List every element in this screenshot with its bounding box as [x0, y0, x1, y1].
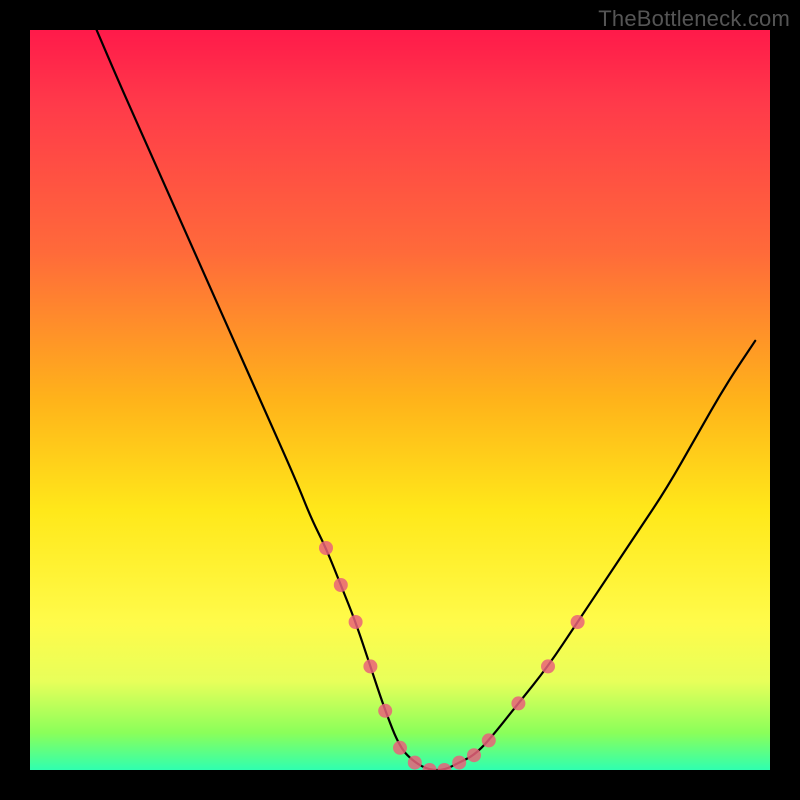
- curve-marker: [511, 696, 525, 710]
- bottleneck-curve-svg: [30, 30, 770, 770]
- curve-marker: [319, 541, 333, 555]
- curve-marker: [378, 704, 392, 718]
- bottleneck-curve-line: [97, 30, 756, 770]
- curve-marker: [571, 615, 585, 629]
- watermark-text: TheBottleneck.com: [598, 6, 790, 32]
- chart-stage: TheBottleneck.com: [0, 0, 800, 800]
- curve-marker: [393, 741, 407, 755]
- curve-marker: [452, 756, 466, 770]
- curve-marker: [437, 763, 451, 770]
- curve-markers: [319, 541, 585, 770]
- curve-marker: [482, 733, 496, 747]
- curve-marker: [349, 615, 363, 629]
- curve-marker: [423, 763, 437, 770]
- curve-marker: [408, 756, 422, 770]
- curve-marker: [363, 659, 377, 673]
- curve-marker: [541, 659, 555, 673]
- curve-marker: [467, 748, 481, 762]
- plot-area: [30, 30, 770, 770]
- curve-marker: [334, 578, 348, 592]
